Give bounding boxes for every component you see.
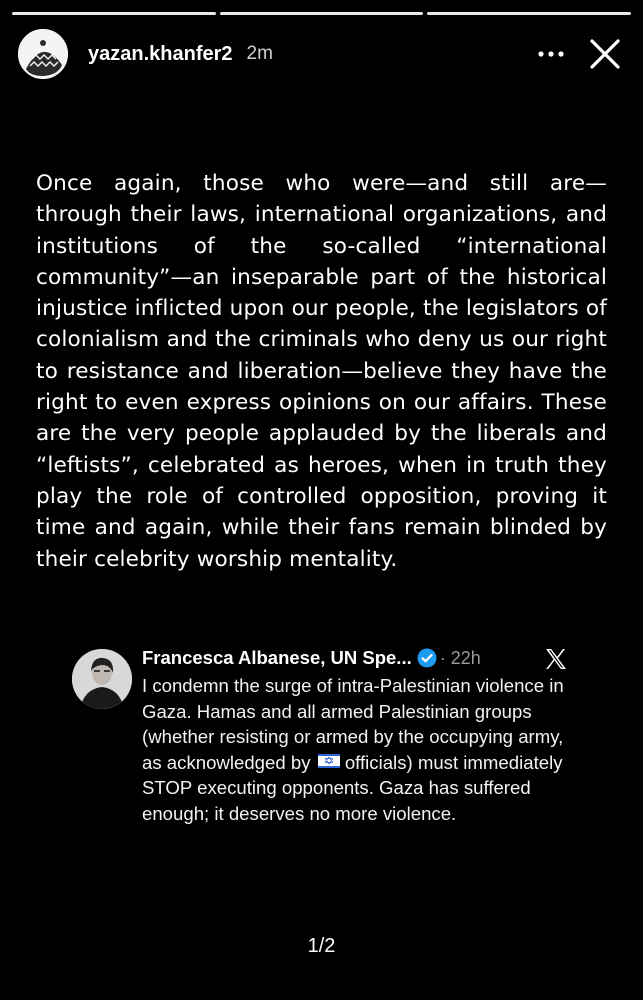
tweet-author-avatar[interactable] (72, 649, 132, 709)
progress-segment-1 (12, 12, 216, 15)
more-button[interactable] (531, 34, 571, 74)
progress-segment-3 (427, 12, 632, 15)
tweet-body: I condemn the surge of intra-Palestinian… (142, 673, 572, 827)
story-text: Once again, those who were—and still are… (36, 171, 607, 572)
keffiyeh-avatar-image (18, 29, 68, 79)
israel-flag-icon (317, 753, 340, 768)
story-progress-bar (12, 12, 632, 15)
avatar[interactable] (18, 29, 68, 79)
story-header: yazan.khanfer2 2m (18, 28, 631, 80)
username[interactable]: yazan.khanfer2 (88, 43, 233, 66)
author-photo-image (72, 649, 132, 709)
progress-segment-2 (219, 12, 424, 15)
close-button[interactable] (585, 34, 625, 74)
more-horizontal-icon (538, 51, 564, 57)
page-indicator: 1/2 (307, 935, 336, 957)
close-icon (590, 39, 620, 69)
tweet-author-name[interactable]: Francesca Albanese, UN Spe... (142, 647, 412, 669)
tweet-header: Francesca Albanese, UN Spe... · 22h (142, 647, 481, 669)
x-logo-icon (546, 649, 566, 669)
tweet-time: · 22h (439, 647, 481, 668)
post-time: 2m (246, 43, 273, 64)
verified-badge-icon (417, 648, 437, 668)
